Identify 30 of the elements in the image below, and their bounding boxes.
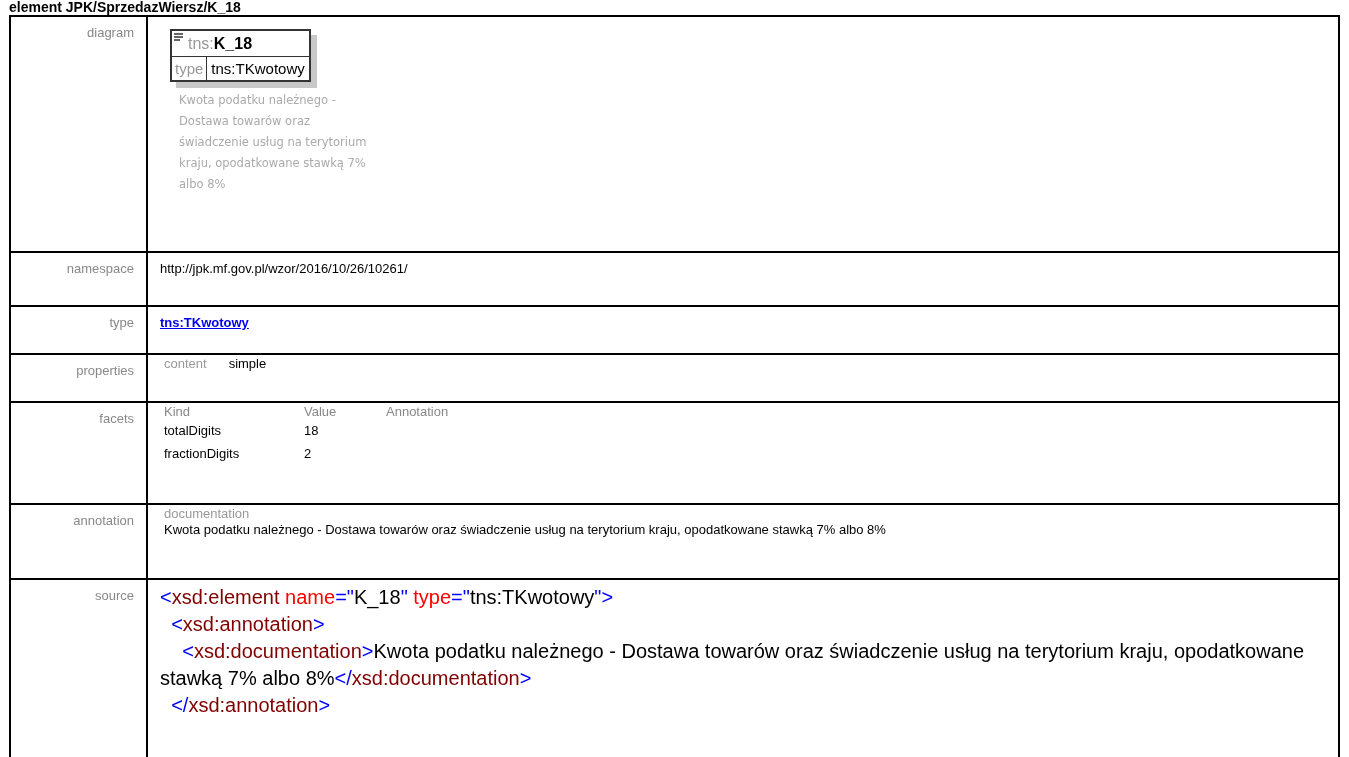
- type-value: tns:TKwotowy: [210, 59, 306, 79]
- row-label: diagram: [11, 17, 148, 253]
- column-header: Annotation: [386, 404, 450, 419]
- annotation-key: documentation: [164, 506, 250, 521]
- property-value: simple: [228, 356, 267, 371]
- property-key: content: [164, 356, 207, 371]
- column-header: Kind: [164, 404, 192, 419]
- namespace-value: http://jpk.mf.gov.pl/wzor/2016/10/26/10261/: [160, 261, 408, 276]
- source-line: <xsd:documentation>Kwota podatku należnego - Dostawa towarów oraz świadczenie usług na terytorium kraju, opodatkowane stawką 7% albo 8%</xsd:documentation>: [160, 639, 1306, 691]
- row-label: properties: [11, 355, 148, 403]
- row-label: source: [11, 580, 148, 757]
- menu-icon: [174, 33, 183, 41]
- row-label: annotation: [11, 505, 148, 580]
- column-header: Value: [304, 404, 338, 419]
- type-label: type: [172, 57, 208, 80]
- source-line: </xsd:annotation>: [170, 693, 332, 718]
- source-line: <xsd:annotation>: [170, 612, 326, 637]
- annotation-text: Kwota podatku należnego - Dostawa towarów oraz świadczenie usług na terytorium kraju, opodatkowane stawką 7% albo 8%: [164, 521, 887, 538]
- row-label: facets: [11, 403, 148, 505]
- table-cell-text: totalDigits: [164, 423, 223, 440]
- row-label: namespace: [11, 253, 148, 307]
- source-line: <xsd:element name="K_18" type="tns:TKwotowy">: [160, 585, 615, 611]
- row-label: type: [11, 307, 148, 355]
- table-cell-text: fractionDigits: [164, 446, 241, 463]
- type-link[interactable]: tns:TKwotowy: [160, 315, 249, 330]
- table-cell-text: 2: [304, 446, 313, 463]
- element-description: Kwota podatku należnego - Dostawa towarów oraz świadczenie usług na terytorium kraju, opodatkowane stawką 7% albo 8%: [179, 92, 368, 193]
- page-heading: element JPK/SprzedazWiersz/K_18: [9, 0, 242, 15]
- element-title: tns:K_18: [172, 31, 309, 57]
- table-cell-text: 18: [304, 423, 320, 440]
